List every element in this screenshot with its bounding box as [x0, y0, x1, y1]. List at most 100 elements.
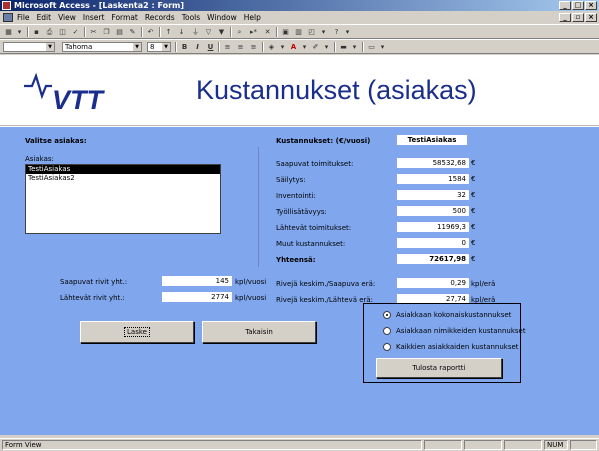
- properties-icon[interactable]: ▣: [280, 27, 291, 37]
- sort-descending-icon[interactable]: ↓: [176, 27, 187, 37]
- fill-color-icon[interactable]: ◈: [266, 42, 277, 52]
- radio-all-customers-costs[interactable]: [383, 343, 391, 351]
- status-panel: [504, 440, 542, 450]
- new-object-dropdown-icon[interactable]: ▾: [318, 27, 329, 37]
- help-dropdown-icon[interactable]: ▾: [342, 27, 353, 37]
- font-name-combo[interactable]: Tahoma ▼: [62, 42, 142, 52]
- help-icon[interactable]: ?: [331, 27, 342, 37]
- database-window-icon[interactable]: ▥: [293, 27, 304, 37]
- object-combo[interactable]: ▼: [3, 42, 55, 52]
- maximize-button[interactable]: □: [572, 1, 584, 10]
- special-effect-icon[interactable]: ▭: [366, 42, 377, 52]
- sort-ascending-icon[interactable]: ↑: [163, 27, 174, 37]
- cut-icon[interactable]: ✂: [88, 27, 99, 37]
- option-label-item-costs: Asiakkaan nimikkeiden kustannukset: [396, 327, 526, 335]
- menu-bar: File Edit View Insert Format Records Too…: [0, 11, 599, 23]
- align-center-icon[interactable]: ≡: [235, 42, 246, 52]
- print-report-button[interactable]: Tulosta raportti: [376, 358, 502, 378]
- align-left-icon[interactable]: ≡: [222, 42, 233, 52]
- line-color-icon[interactable]: ✐: [310, 42, 321, 52]
- fill-color-dropdown-icon[interactable]: ▾: [277, 42, 288, 52]
- font-size-combo[interactable]: 8 ▼: [147, 42, 171, 52]
- menu-edit[interactable]: Edit: [37, 13, 52, 22]
- bold-icon[interactable]: B: [179, 42, 190, 52]
- menu-help[interactable]: Help: [244, 13, 261, 22]
- cost-label-other: Muut kustannukset:: [276, 240, 346, 248]
- close-button[interactable]: ×: [585, 1, 597, 10]
- cost-value-workload: 500: [397, 206, 469, 216]
- view-icon[interactable]: ▦: [3, 27, 14, 37]
- line-width-dropdown-icon[interactable]: ▾: [349, 42, 360, 52]
- menu-insert[interactable]: Insert: [83, 13, 105, 22]
- cost-value-outgoing: 11969,3: [397, 222, 469, 232]
- cost-value-incoming: 58532,68: [397, 158, 469, 168]
- cost-label-incoming: Saapuvat toimitukset:: [276, 160, 354, 168]
- form-restore-button[interactable]: ▫: [572, 13, 584, 22]
- avg-incoming-unit: kpl/erä: [471, 280, 496, 288]
- status-bar: Form View NUM: [0, 438, 599, 451]
- save-icon[interactable]: ▪: [31, 27, 42, 37]
- currency-symbol: €: [471, 255, 476, 263]
- radio-item-costs[interactable]: [383, 327, 391, 335]
- calculate-button[interactable]: Laske: [80, 321, 194, 343]
- avg-incoming-label: Rivejä keskim./Saapuva erä:: [276, 280, 376, 288]
- cost-label-workload: Työllisätävyys:: [276, 208, 327, 216]
- font-color-dropdown-icon[interactable]: ▾: [299, 42, 310, 52]
- menu-file[interactable]: File: [17, 13, 30, 22]
- spelling-icon[interactable]: ✓: [70, 27, 81, 37]
- svg-text:VTT: VTT: [52, 85, 106, 112]
- minimize-button[interactable]: _: [559, 1, 571, 10]
- italic-icon[interactable]: I: [192, 42, 203, 52]
- incoming-rows-label: Saapuvat rivit yht.:: [60, 278, 128, 286]
- option-label-total-costs: Asiakkaan kokonaiskustannukset: [396, 311, 512, 319]
- cost-value-other: 0: [397, 238, 469, 248]
- total-label: Yhteensä:: [276, 256, 316, 264]
- customer-list-item[interactable]: TestiAsiakas2: [26, 174, 220, 183]
- form-header: VTT Kustannukset (asiakas): [0, 55, 599, 126]
- underline-icon[interactable]: U: [205, 42, 216, 52]
- copy-icon[interactable]: ❐: [101, 27, 112, 37]
- delete-record-icon[interactable]: ✕: [262, 27, 273, 37]
- page-title: Kustannukset (asiakas): [196, 75, 477, 105]
- cost-label-storage: Säilytys:: [276, 176, 306, 184]
- line-color-dropdown-icon[interactable]: ▾: [321, 42, 332, 52]
- menu-view[interactable]: View: [58, 13, 76, 22]
- print-preview-icon[interactable]: ◫: [57, 27, 68, 37]
- menu-tools[interactable]: Tools: [182, 13, 200, 22]
- menu-window[interactable]: Window: [207, 13, 237, 22]
- menu-format[interactable]: Format: [111, 13, 137, 22]
- menu-records[interactable]: Records: [145, 13, 175, 22]
- back-button[interactable]: Takaisin: [202, 321, 316, 343]
- paste-icon[interactable]: ▤: [114, 27, 125, 37]
- undo-icon[interactable]: ↶: [145, 27, 156, 37]
- form-minimize-button[interactable]: _: [559, 13, 571, 22]
- incoming-rows-unit: kpl/vuosi: [235, 278, 267, 286]
- new-record-icon[interactable]: ▸*: [248, 27, 259, 37]
- print-icon[interactable]: ⎙: [44, 27, 55, 37]
- access-app-icon[interactable]: [2, 1, 11, 10]
- form-detail: Valitse asiakas: Asiakas: TestiAsiakas T…: [0, 127, 599, 435]
- cost-label-outgoing: Lähtevät toimitukset:: [276, 224, 352, 232]
- view-dropdown-icon[interactable]: ▾: [14, 27, 25, 37]
- radio-total-costs[interactable]: [383, 311, 391, 319]
- apply-filter-icon[interactable]: ▼: [216, 27, 227, 37]
- line-width-icon[interactable]: ▬: [338, 42, 349, 52]
- filter-by-form-icon[interactable]: ▽: [203, 27, 214, 37]
- special-effect-dropdown-icon[interactable]: ▾: [377, 42, 388, 52]
- title-bar: Microsoft Access - [Laskenta2 : Form] _ …: [0, 0, 599, 11]
- find-icon[interactable]: ⌕: [234, 27, 245, 37]
- font-color-icon[interactable]: A: [288, 42, 299, 52]
- new-object-icon[interactable]: ◰: [306, 27, 317, 37]
- formatting-toolbar: ▼ Tahoma ▼ 8 ▼ B I U ≡ ≡ ≡ ◈ ▾ A ▾ ✐ ▾ ▬ ▾…: [0, 39, 599, 54]
- form-close-button[interactable]: ×: [585, 13, 597, 22]
- status-panel: [424, 440, 462, 450]
- align-right-icon[interactable]: ≡: [248, 42, 259, 52]
- customer-listbox[interactable]: TestiAsiakas TestiAsiakas2: [25, 164, 221, 234]
- customer-list-item[interactable]: TestiAsiakas: [26, 165, 220, 174]
- currency-symbol: €: [471, 191, 476, 199]
- outgoing-rows-value: 2774: [162, 292, 232, 302]
- customer-list-label: Asiakas:: [25, 155, 54, 163]
- format-painter-icon[interactable]: ✎: [127, 27, 138, 37]
- form-menu-icon[interactable]: [3, 12, 13, 22]
- filter-by-selection-icon[interactable]: ⏚: [190, 27, 201, 37]
